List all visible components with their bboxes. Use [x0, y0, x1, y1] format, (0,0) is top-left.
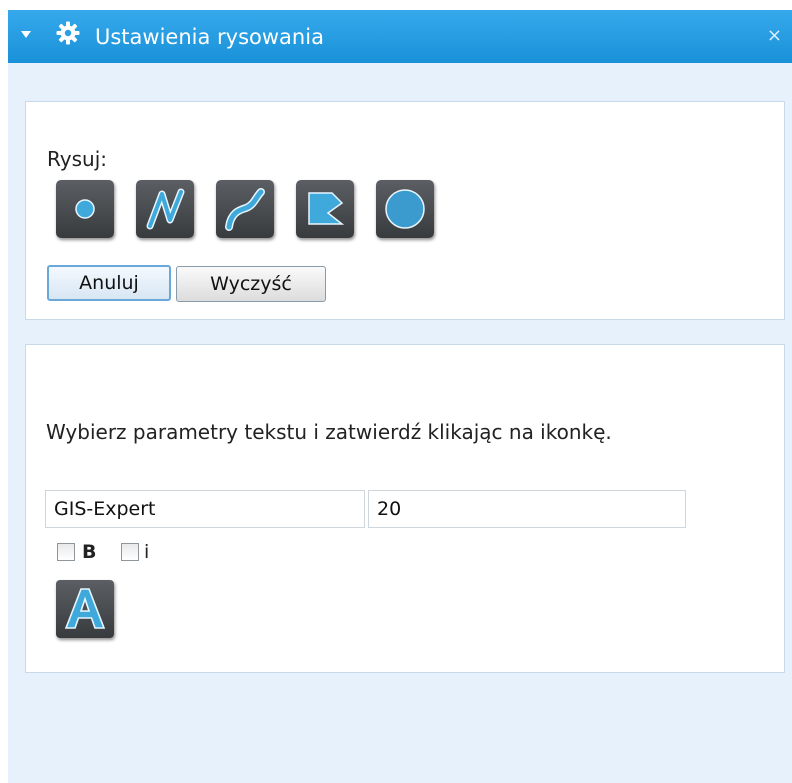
drawing-settings-panel: Ustawienia rysowania × Rysuj: Anuluj Wyc…	[8, 10, 792, 783]
text-section: Wybierz parametry tekstu i zatwierdź kli…	[25, 344, 785, 673]
cancel-button[interactable]: Anuluj	[47, 265, 171, 301]
italic-label: i	[144, 541, 150, 563]
italic-checkbox[interactable]	[121, 543, 139, 561]
panel-titlebar[interactable]: Ustawienia rysowania ×	[8, 10, 792, 63]
text-instruction: Wybierz parametry tekstu i zatwierdź kli…	[46, 420, 612, 444]
font-size-input[interactable]	[368, 490, 686, 528]
draw-polygon-button[interactable]	[296, 180, 354, 238]
draw-label: Rysuj:	[47, 147, 108, 171]
gear-icon	[56, 21, 80, 45]
text-A-icon	[64, 588, 106, 629]
close-button[interactable]: ×	[767, 26, 782, 46]
point-icon	[75, 199, 95, 219]
draw-point-button[interactable]	[56, 180, 114, 238]
polyline-icon	[146, 188, 185, 230]
panel-title: Ustawienia rysowania	[95, 25, 324, 49]
draw-freehand-button[interactable]	[216, 180, 274, 238]
curve-icon	[225, 188, 265, 231]
draw-section: Rysuj: Anuluj Wyczyść	[25, 101, 785, 320]
circle-icon	[385, 189, 425, 229]
bold-label: B	[82, 541, 97, 563]
clear-button[interactable]: Wyczyść	[176, 266, 326, 302]
triangle-down-icon[interactable]	[21, 31, 31, 38]
draw-circle-button[interactable]	[376, 180, 434, 238]
add-text-button[interactable]	[56, 580, 114, 638]
polygon-icon	[308, 192, 345, 225]
draw-polyline-button[interactable]	[136, 180, 194, 238]
bold-checkbox[interactable]	[57, 543, 75, 561]
text-content-input[interactable]	[45, 490, 365, 528]
